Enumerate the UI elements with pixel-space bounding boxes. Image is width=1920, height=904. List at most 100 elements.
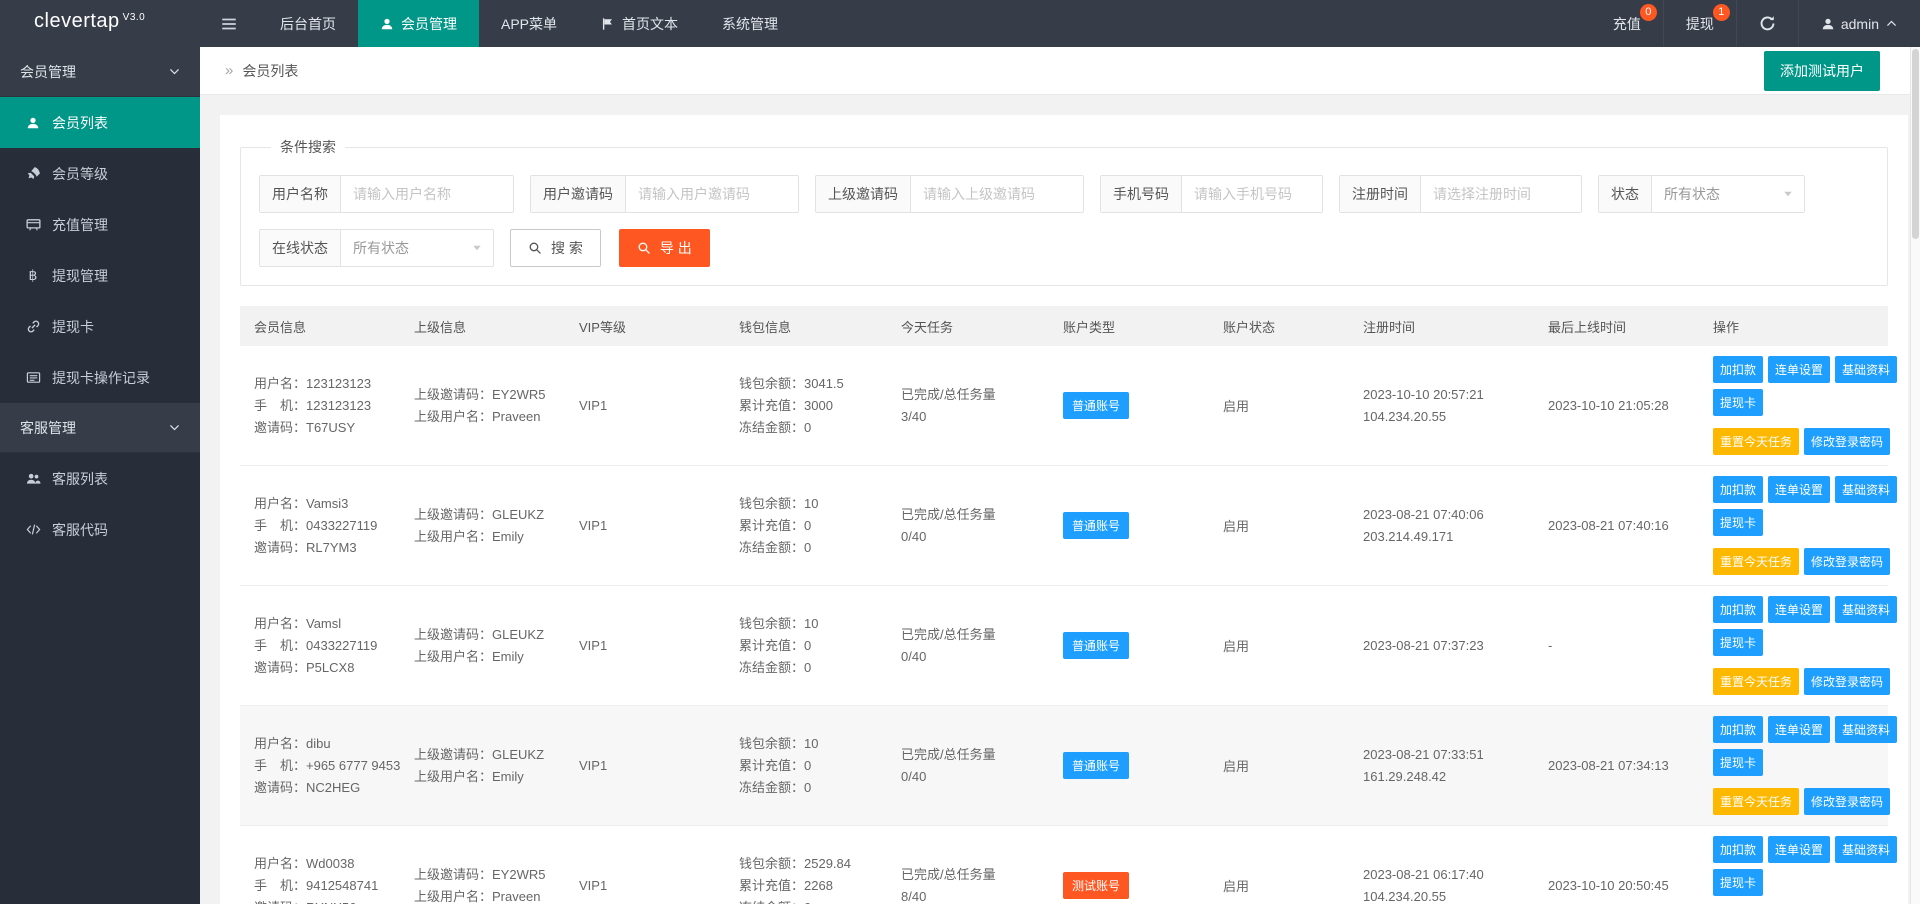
action-button-1[interactable]: 连单设置 bbox=[1768, 836, 1830, 863]
register-time-cell: 2023-08-21 07:40:06203.214.49.171 bbox=[1349, 494, 1534, 558]
action-button-4[interactable]: 重置今天任务 bbox=[1713, 548, 1799, 575]
action-button-4[interactable]: 重置今天任务 bbox=[1713, 668, 1799, 695]
add-test-user-button[interactable]: 添加测试用户 bbox=[1764, 51, 1880, 91]
sidebar-item[interactable]: 会员列表 bbox=[0, 97, 200, 148]
action-button-2[interactable]: 基础资料 bbox=[1835, 836, 1897, 863]
search-field-label: 状态 bbox=[1599, 176, 1652, 212]
text-line: 上级邀请码：EY2WR5 bbox=[414, 864, 557, 886]
action-button-0[interactable]: 加扣款 bbox=[1713, 356, 1763, 383]
action-button-1[interactable]: 连单设置 bbox=[1768, 596, 1830, 623]
action-button-0[interactable]: 加扣款 bbox=[1713, 836, 1763, 863]
action-button-4[interactable]: 重置今天任务 bbox=[1713, 428, 1799, 455]
nav-app-menu[interactable]: APP菜单 bbox=[479, 0, 579, 47]
nav-home-text[interactable]: 首页文本 bbox=[579, 0, 700, 47]
vertical-scrollbar[interactable] bbox=[1910, 47, 1920, 904]
refresh-button[interactable] bbox=[1736, 0, 1798, 47]
sidebar-item[interactable]: 会员等级 bbox=[0, 148, 200, 199]
member-info-cell: 用户名：Vamsl手 机：0433227119邀请码：P5LCX8 bbox=[240, 603, 400, 689]
sidebar-section-header-1[interactable]: 客服管理 bbox=[0, 403, 200, 453]
search-button[interactable]: 搜 索 bbox=[510, 229, 601, 267]
user-menu[interactable]: admin bbox=[1798, 0, 1920, 47]
text-line: 手 机：+965 6777 9453 bbox=[254, 755, 392, 777]
action-button-5[interactable]: 修改登录密码 bbox=[1804, 548, 1890, 575]
nav-dashboard[interactable]: 后台首页 bbox=[258, 0, 358, 47]
column-header: 操作 bbox=[1699, 317, 1891, 336]
last-online-cell: - bbox=[1534, 628, 1699, 663]
sidebar-item[interactable]: ฿提现管理 bbox=[0, 250, 200, 301]
table-row: 用户名：123123123手 机：123123123邀请码：T67USY上级邀请… bbox=[240, 346, 1888, 466]
account-status-cell: 启用 bbox=[1209, 626, 1349, 665]
action-button-2[interactable]: 基础资料 bbox=[1835, 716, 1897, 743]
main-area: » 会员列表 添加测试用户 条件搜索 用户名称用户邀请码上级邀请码手机号码注册时… bbox=[200, 47, 1920, 904]
search-input-user-invite-code[interactable] bbox=[626, 176, 798, 212]
action-button-2[interactable]: 基础资料 bbox=[1835, 596, 1897, 623]
search-field-status: 状态所有状态 bbox=[1598, 175, 1805, 213]
action-button-0[interactable]: 加扣款 bbox=[1713, 476, 1763, 503]
action-button-3[interactable]: 提现卡 bbox=[1713, 389, 1763, 416]
text-line: 上级用户名：Emily bbox=[414, 526, 557, 548]
search-row-1: 用户名称用户邀请码上级邀请码手机号码注册时间状态所有状态 bbox=[259, 175, 1869, 213]
menu-toggle-icon[interactable] bbox=[200, 0, 258, 47]
account-status-cell: 启用 bbox=[1209, 866, 1349, 904]
search-icon bbox=[528, 241, 542, 255]
recharge-link[interactable]: 充值 0 bbox=[1591, 0, 1663, 47]
column-header: 账户类型 bbox=[1049, 317, 1209, 336]
text-line: 用户名：dibu bbox=[254, 733, 392, 755]
wallet-info-cell: 钱包余额：2529.84累计充值：2268冻结金额：0 bbox=[725, 843, 887, 904]
text-line: 上级用户名：Emily bbox=[414, 766, 557, 788]
action-line-2: 提现卡 bbox=[1713, 629, 1883, 656]
parent-info-cell: 上级邀请码：GLEUKZ上级用户名：Emily bbox=[400, 614, 565, 678]
action-button-4[interactable]: 重置今天任务 bbox=[1713, 788, 1799, 815]
scrollbar-thumb[interactable] bbox=[1912, 49, 1919, 239]
action-button-3[interactable]: 提现卡 bbox=[1713, 869, 1763, 896]
action-button-5[interactable]: 修改登录密码 bbox=[1804, 668, 1890, 695]
withdraw-link[interactable]: 提现 1 bbox=[1663, 0, 1736, 47]
sidebar-item[interactable]: 客服列表 bbox=[0, 453, 200, 504]
search-select-status[interactable]: 所有状态 bbox=[1652, 176, 1804, 212]
action-button-0[interactable]: 加扣款 bbox=[1713, 596, 1763, 623]
export-button[interactable]: 导 出 bbox=[619, 229, 710, 267]
action-button-5[interactable]: 修改登录密码 bbox=[1804, 428, 1890, 455]
text-line: 邀请码：T67USY bbox=[254, 417, 392, 439]
search-select-online-status[interactable]: 所有状态 bbox=[341, 230, 493, 266]
search-field-online-status: 在线状态所有状态 bbox=[259, 229, 494, 267]
nav-member-management[interactable]: 会员管理 bbox=[358, 0, 479, 47]
search-input-phone[interactable] bbox=[1182, 176, 1322, 212]
sidebar-item-label: 客服列表 bbox=[52, 469, 108, 489]
last-online-cell: 2023-10-10 21:05:28 bbox=[1534, 388, 1699, 423]
search-field-parent-invite-code: 上级邀请码 bbox=[815, 175, 1084, 213]
nav-system-management[interactable]: 系统管理 bbox=[700, 0, 800, 47]
action-button-3[interactable]: 提现卡 bbox=[1713, 509, 1763, 536]
action-button-3[interactable]: 提现卡 bbox=[1713, 749, 1763, 776]
text-line: 累计充值：0 bbox=[739, 515, 879, 537]
action-button-0[interactable]: 加扣款 bbox=[1713, 716, 1763, 743]
last-online-cell: 2023-08-21 07:40:16 bbox=[1534, 508, 1699, 543]
action-button-5[interactable]: 修改登录密码 bbox=[1804, 788, 1890, 815]
bitcoin-icon: ฿ bbox=[25, 267, 41, 284]
search-input-username[interactable] bbox=[341, 176, 513, 212]
breadcrumb: » 会员列表 添加测试用户 bbox=[200, 47, 1920, 95]
action-button-2[interactable]: 基础资料 bbox=[1835, 356, 1897, 383]
content: 条件搜索 用户名称用户邀请码上级邀请码手机号码注册时间状态所有状态 在线状态所有… bbox=[200, 95, 1920, 904]
action-button-1[interactable]: 连单设置 bbox=[1768, 356, 1830, 383]
people-icon bbox=[25, 471, 41, 486]
action-button-1[interactable]: 连单设置 bbox=[1768, 716, 1830, 743]
action-button-1[interactable]: 连单设置 bbox=[1768, 476, 1830, 503]
text-line: 钱包余额：10 bbox=[739, 613, 879, 635]
action-button-3[interactable]: 提现卡 bbox=[1713, 629, 1763, 656]
sidebar-item[interactable]: 客服代码 bbox=[0, 504, 200, 555]
sidebar-item[interactable]: 提现卡 bbox=[0, 301, 200, 352]
search-input-register-time[interactable] bbox=[1421, 176, 1581, 212]
search-input-parent-invite-code[interactable] bbox=[911, 176, 1083, 212]
sidebar-item[interactable]: 提现卡操作记录 bbox=[0, 352, 200, 403]
action-line-2: 提现卡 bbox=[1713, 509, 1883, 536]
search-field-label: 用户名称 bbox=[260, 176, 341, 212]
sidebar-item[interactable]: 充值管理 bbox=[0, 199, 200, 250]
account-status-cell: 启用 bbox=[1209, 746, 1349, 785]
text-line: 2023-10-10 20:57:21 bbox=[1363, 384, 1526, 406]
action-line-2: 提现卡 bbox=[1713, 869, 1883, 896]
action-button-2[interactable]: 基础资料 bbox=[1835, 476, 1897, 503]
text-line: 上级邀请码：GLEUKZ bbox=[414, 504, 557, 526]
sidebar-section-header-0[interactable]: 会员管理 bbox=[0, 47, 200, 97]
text-line: 203.214.49.171 bbox=[1363, 526, 1526, 548]
